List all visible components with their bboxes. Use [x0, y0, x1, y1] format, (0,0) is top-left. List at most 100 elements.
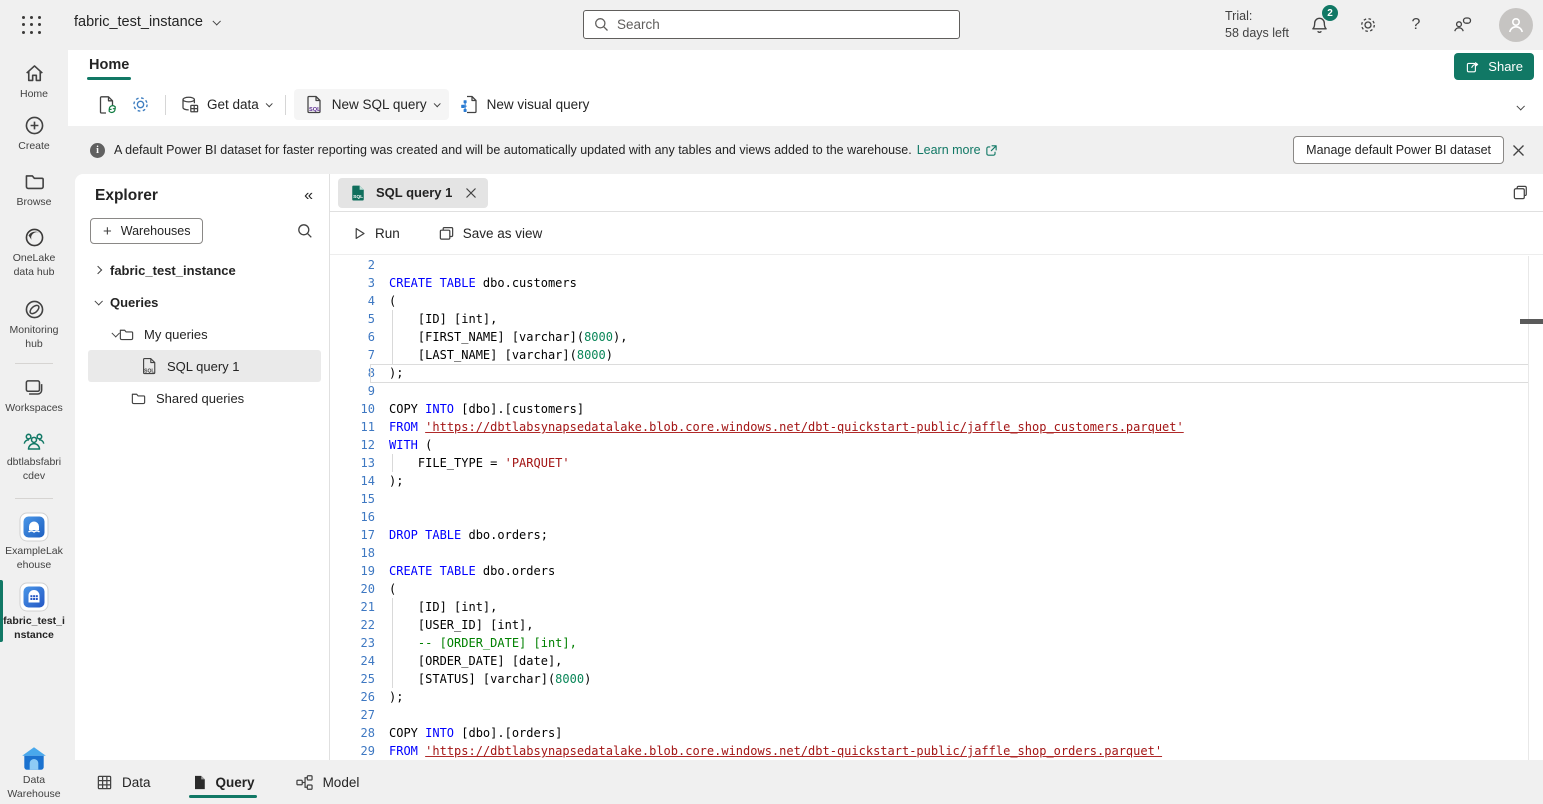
rail-item-home[interactable]: Home — [0, 56, 68, 108]
new-sql-query-button[interactable]: SQL New SQL query — [294, 89, 449, 120]
add-warehouses-button[interactable]: + Warehouses — [90, 218, 203, 244]
tree-item-sql-query-1[interactable]: SQLSQL query 1 — [75, 350, 329, 382]
refresh-document-button[interactable] — [90, 89, 124, 121]
rail-item-label: Monitoringhub — [1, 324, 67, 351]
app-launcher-icon[interactable] — [20, 14, 44, 36]
code-text: [LAST_NAME] [varchar](8000) — [389, 346, 613, 364]
copy-button[interactable] — [1512, 184, 1529, 201]
help-button[interactable]: ? — [1402, 12, 1430, 38]
lakehouse-icon — [19, 512, 49, 542]
rail-item-label: Workspaces — [1, 402, 67, 416]
rail-item-browse[interactable]: Browse — [0, 164, 68, 220]
code-line-27[interactable]: 27 — [330, 706, 1543, 724]
code-line-12[interactable]: 12WITH ( — [330, 436, 1543, 454]
tree-item-shared-queries[interactable]: Shared queries — [75, 382, 329, 414]
code-line-20[interactable]: 20( — [330, 580, 1543, 598]
new-visual-query-button[interactable]: New visual query — [453, 89, 596, 120]
code-line-7[interactable]: 7 [LAST_NAME] [varchar](8000) — [330, 346, 1543, 364]
banner-close-button[interactable] — [1512, 144, 1525, 157]
tree-item-label: Queries — [110, 295, 158, 310]
onelake-icon — [23, 226, 46, 249]
view-tab-query[interactable]: Query — [189, 764, 257, 801]
rail-item-label: Create — [1, 140, 67, 154]
settings-button[interactable] — [1354, 12, 1382, 38]
code-line-9[interactable]: 9 — [330, 382, 1543, 400]
database-icon — [180, 95, 200, 115]
close-tab-button[interactable] — [465, 187, 477, 199]
code-area[interactable]: 23CREATE TABLE dbo.customers4(5 [ID] [in… — [330, 256, 1543, 760]
line-number: 29 — [330, 742, 375, 760]
feedback-button[interactable] — [1448, 12, 1476, 38]
code-line-29[interactable]: 29FROM 'https://dbtlabsynapsedatalake.bl… — [330, 742, 1543, 760]
code-line-4[interactable]: 4( — [330, 292, 1543, 310]
code-line-21[interactable]: 21 [ID] [int], — [330, 598, 1543, 616]
rail-item-fabric_test_instance[interactable]: fabric_test_instance — [0, 576, 68, 646]
tree-item-label: SQL query 1 — [167, 359, 240, 374]
code-text: COPY INTO [dbo].[customers] — [389, 400, 584, 418]
save-as-view-button[interactable]: Save as view — [432, 221, 549, 246]
rail-item-workspaces[interactable]: Workspaces — [0, 371, 68, 425]
search-input[interactable] — [617, 17, 949, 32]
code-line-17[interactable]: 17DROP TABLE dbo.orders; — [330, 526, 1543, 544]
share-button[interactable]: Share — [1454, 53, 1534, 80]
code-line-23[interactable]: 23 -- [ORDER_DATE] [int], — [330, 634, 1543, 652]
code-line-16[interactable]: 16 — [330, 508, 1543, 526]
collapse-explorer-button[interactable]: « — [304, 188, 313, 204]
code-line-24[interactable]: 24 [ORDER_DATE] [date], — [330, 652, 1543, 670]
collapse-ribbon-button[interactable] — [1517, 97, 1523, 115]
rail-item-create[interactable]: Create — [0, 108, 68, 164]
workspace-selector[interactable]: fabric_test_instance — [74, 14, 219, 30]
code-line-25[interactable]: 25 [STATUS] [varchar](8000) — [330, 670, 1543, 688]
explorer-search-button[interactable] — [297, 223, 313, 239]
rail-item-dbtlabsfabricdev[interactable]: dbtlabsfabricdev — [0, 425, 68, 491]
tab-home[interactable]: Home — [86, 52, 132, 82]
view-tab-data[interactable]: Data — [94, 764, 153, 801]
svg-text:SQL: SQL — [309, 107, 321, 113]
save-as-view-label: Save as view — [463, 226, 543, 241]
code-line-19[interactable]: 19CREATE TABLE dbo.orders — [330, 562, 1543, 580]
code-line-6[interactable]: 6 [FIRST_NAME] [varchar](8000), — [330, 328, 1543, 346]
tab-sql-query-1[interactable]: SQL SQL query 1 — [338, 178, 488, 208]
line-number: 22 — [330, 616, 375, 634]
line-number: 14 — [330, 472, 375, 490]
code-text: [FIRST_NAME] [varchar](8000), — [389, 328, 627, 346]
account-avatar[interactable] — [1499, 8, 1533, 42]
code-line-15[interactable]: 15 — [330, 490, 1543, 508]
run-button[interactable]: Run — [346, 222, 406, 245]
rail-item-examplelakehouse[interactable]: ExampleLakehouse — [0, 506, 68, 576]
code-line-5[interactable]: 5 [ID] [int], — [330, 310, 1543, 328]
home-icon — [23, 62, 46, 85]
rail-item-data-warehouse[interactable]: DataWarehouse — [0, 740, 68, 801]
get-data-button[interactable]: Get data — [174, 90, 277, 120]
rail-item-monitoring-hub[interactable]: Monitoringhub — [0, 292, 68, 356]
editor-scrollbar-handle[interactable] — [1520, 319, 1543, 324]
help-icon: ? — [1412, 16, 1421, 34]
code-line-26[interactable]: 26); — [330, 688, 1543, 706]
code-line-13[interactable]: 13 FILE_TYPE = 'PARQUET' — [330, 454, 1543, 472]
code-line-2[interactable]: 2 — [330, 256, 1543, 274]
rail-item-label: fabric_test_instance — [1, 615, 67, 642]
code-line-28[interactable]: 28COPY INTO [dbo].[orders] — [330, 724, 1543, 742]
code-line-3[interactable]: 3CREATE TABLE dbo.customers — [330, 274, 1543, 292]
code-line-11[interactable]: 11FROM 'https://dbtlabsynapsedatalake.bl… — [330, 418, 1543, 436]
data-grid-icon — [96, 774, 113, 791]
learn-more-link[interactable]: Learn more — [917, 143, 998, 157]
indent-guide — [392, 328, 393, 346]
code-line-8[interactable]: 8); — [330, 364, 1543, 382]
tree-item-fabric-test-instance[interactable]: fabric_test_instance — [75, 254, 329, 286]
rail-item-onelake-data-hub[interactable]: OneLakedata hub — [0, 220, 68, 292]
query-action-bar: Run Save as view — [330, 212, 1543, 255]
query-settings-button[interactable] — [124, 89, 157, 120]
tree-item-my-queries[interactable]: My queries — [75, 318, 329, 350]
view-tab-model[interactable]: Model — [293, 764, 362, 801]
tree-item-queries[interactable]: Queries — [75, 286, 329, 318]
code-line-22[interactable]: 22 [USER_ID] [int], — [330, 616, 1543, 634]
global-search — [583, 10, 960, 39]
code-line-14[interactable]: 14); — [330, 472, 1543, 490]
code-line-18[interactable]: 18 — [330, 544, 1543, 562]
manage-default-dataset-button[interactable]: Manage default Power BI dataset — [1293, 136, 1504, 164]
close-icon — [465, 187, 477, 199]
plus-icon: + — [103, 224, 112, 239]
code-line-10[interactable]: 10COPY INTO [dbo].[customers] — [330, 400, 1543, 418]
code-text: CREATE TABLE dbo.orders — [389, 562, 555, 580]
